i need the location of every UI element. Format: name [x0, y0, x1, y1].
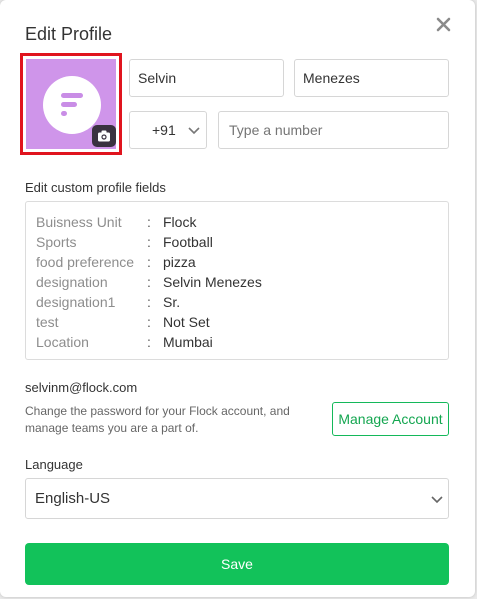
- custom-field-key: Sports: [36, 234, 77, 250]
- custom-field-value: Selvin Menezes: [163, 274, 262, 290]
- country-code-value: +91: [152, 122, 176, 138]
- account-help-text: Change the password for your Flock accou…: [25, 404, 290, 435]
- separator: :: [147, 234, 151, 250]
- language-select[interactable]: English-US: [25, 478, 449, 519]
- dialog-title: Edit Profile: [25, 24, 113, 44]
- edit-profile-dialog: Edit Profile Selvin Menezes +91 Type a n…: [0, 0, 475, 597]
- custom-field-key: Location: [36, 334, 89, 350]
- last-name-input[interactable]: [294, 59, 449, 97]
- change-photo-button[interactable]: [92, 125, 116, 147]
- custom-field-value: Not Set: [163, 314, 210, 330]
- manage-account-button[interactable]: Manage Account: [332, 402, 449, 436]
- custom-fields-heading: Edit custom profile fields: [25, 180, 166, 195]
- custom-field-value: Mumbai: [163, 334, 213, 350]
- avatar[interactable]: [26, 59, 116, 149]
- save-button[interactable]: Save: [25, 543, 449, 585]
- language-label: Language: [25, 457, 83, 472]
- first-name-input[interactable]: [129, 59, 284, 97]
- separator: :: [147, 254, 151, 270]
- custom-field-value: Sr.: [163, 294, 181, 310]
- custom-field-key: designation1: [36, 294, 116, 310]
- custom-field-value: Football: [163, 234, 213, 250]
- custom-field-key: designation: [36, 274, 108, 290]
- close-icon: [436, 17, 451, 32]
- custom-field-key: Buisness Unit: [36, 214, 122, 230]
- separator: :: [147, 214, 151, 230]
- language-selected-value: English-US: [35, 490, 111, 507]
- chevron-down-icon: [431, 496, 443, 504]
- chevron-down-icon: [188, 127, 200, 135]
- avatar-highlight: [20, 53, 122, 155]
- country-code-select[interactable]: +91: [129, 111, 207, 149]
- separator: :: [147, 314, 151, 330]
- close-button[interactable]: [434, 14, 454, 36]
- custom-field-value: Flock: [163, 214, 197, 230]
- account-email: selvinm@flock.com: [25, 380, 138, 395]
- phone-number-input[interactable]: [218, 111, 449, 149]
- camera-icon: [98, 130, 110, 142]
- separator: :: [147, 294, 151, 310]
- custom-field-key: food preference: [36, 254, 135, 270]
- custom-field-key: test: [36, 314, 59, 330]
- custom-field-value: pizza: [163, 254, 196, 270]
- separator: :: [147, 274, 151, 290]
- custom-fields-box[interactable]: Buisness Unit : Flock Sports : Football …: [25, 201, 449, 360]
- separator: :: [147, 334, 151, 350]
